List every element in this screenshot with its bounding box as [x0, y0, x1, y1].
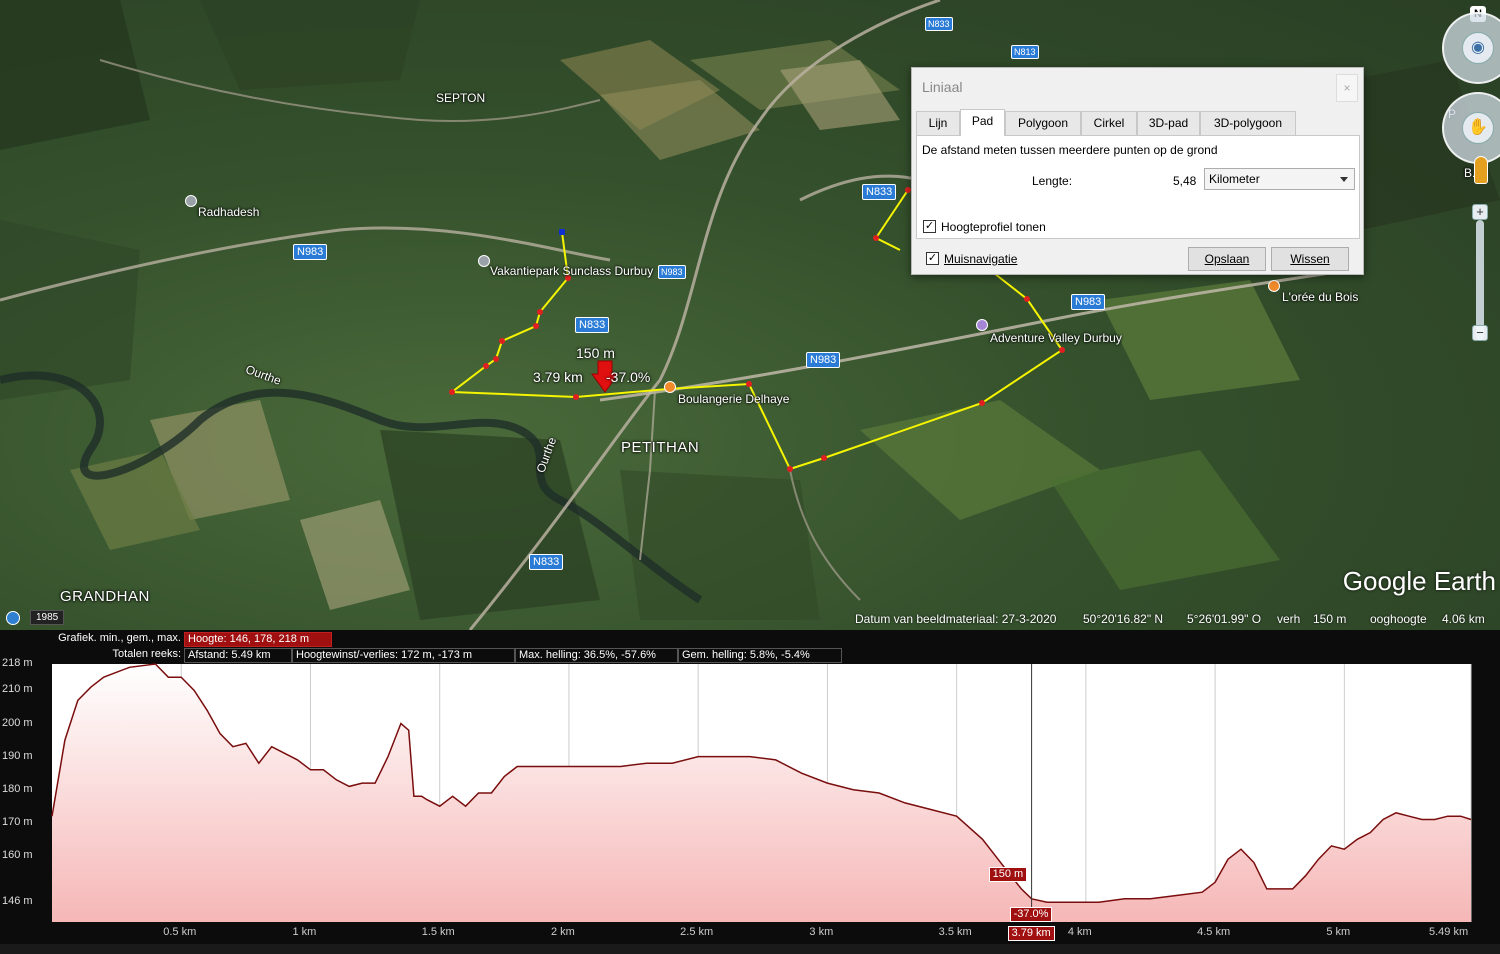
status-bar: Datum van beeldmateriaal: 27-3-2020 50°2…	[0, 608, 1500, 630]
place-label-grandhan: GRANDHAN	[60, 588, 150, 605]
road-shield-n983: N983	[806, 352, 841, 368]
ruler-dialog: Liniaal × Lijn Pad Polygoon Cirkel 3D-pa…	[911, 67, 1364, 275]
measure-slope-label: -37.0%	[606, 369, 651, 385]
eye-icon[interactable]: ◉	[1462, 32, 1494, 64]
place-label-vakantiepark: Vakantiepark Sunclass Durbuy	[490, 264, 654, 278]
road-shield-n833: N833	[529, 554, 564, 570]
road-shield-n833: N983	[658, 265, 686, 279]
measure-elevation-label: 150 m	[576, 345, 615, 361]
road-shield-n813: N813	[1011, 45, 1039, 59]
tab-description: De afstand meten tussen meerdere punten …	[922, 143, 1218, 157]
mouse-nav-checkbox[interactable]: ✓	[926, 252, 939, 265]
place-label-radhadesh: Radhadesh	[198, 205, 260, 219]
hand-icon[interactable]: ✋	[1462, 112, 1494, 144]
tab-pad[interactable]: Pad	[960, 109, 1005, 136]
length-label: Lengte:	[1032, 174, 1073, 188]
tab-polygoon[interactable]: Polygoon	[1005, 111, 1081, 135]
tab-3d-polygoon[interactable]: 3D-polygoon	[1200, 111, 1296, 135]
road-shield-n983: N983	[1071, 294, 1106, 310]
attraction-pin-icon[interactable]	[976, 319, 988, 331]
place-pin-icon[interactable]	[185, 195, 197, 207]
pad-tab-panel: De afstand meten tussen meerdere punten …	[916, 135, 1360, 239]
cursor-slope-tag: -37.0%	[1009, 907, 1053, 922]
clear-button[interactable]: Wissen	[1271, 247, 1349, 271]
chevron-down-icon	[1340, 177, 1348, 182]
tab-lijn[interactable]: Lijn	[916, 111, 960, 135]
measure-distance-label: 3.79 km	[533, 369, 583, 385]
dialog-title: Liniaal	[922, 79, 963, 95]
elevation-label: verh	[1277, 612, 1301, 626]
zoom-in-icon[interactable]: +	[1472, 204, 1488, 220]
zoom-out-icon[interactable]: −	[1472, 325, 1488, 341]
elevation-profile-panel: Grafiek. min., gem., max. Hoogte: 146, 1…	[0, 630, 1500, 954]
place-label-boulangerie: Boulangerie Delhaye	[678, 392, 790, 406]
elevation-chart[interactable]	[0, 630, 1500, 930]
length-value: 5,48	[1173, 174, 1197, 188]
hotel-pin-icon[interactable]	[1268, 280, 1280, 292]
place-pin-icon[interactable]	[478, 255, 490, 267]
latitude-readout: 50°20'16.82" N	[1083, 612, 1164, 626]
show-profile-checkbox[interactable]: ✓	[923, 220, 936, 233]
eye-altitude-label: ooghoogte	[1370, 612, 1427, 626]
place-label-petithan: PETITHAN	[621, 439, 700, 456]
google-earth-logo: Google Earth	[1342, 566, 1496, 596]
show-profile-label: Hoogteprofiel tonen	[941, 220, 1046, 234]
bakery-pin-icon[interactable]	[664, 381, 676, 393]
unit-select-value: Kilometer	[1209, 172, 1260, 186]
street-view-pegman-icon[interactable]	[1474, 156, 1488, 184]
road-shield-n833: N833	[862, 184, 897, 200]
road-shield-n983: N983	[293, 244, 328, 260]
tab-cirkel[interactable]: Cirkel	[1081, 111, 1137, 135]
place-label-septon: SEPTON	[436, 91, 486, 105]
bottom-bar	[0, 944, 1500, 954]
unit-select[interactable]: Kilometer	[1204, 168, 1355, 190]
cursor-distance-tag: 3.79 km	[1007, 926, 1055, 941]
cursor-elevation-tag: 150 m	[988, 866, 1028, 882]
save-button[interactable]: Opslaan	[1188, 247, 1266, 271]
place-label-oree-du-bois: L'orée du Bois	[1282, 290, 1359, 304]
imagery-date: Datum van beeldmateriaal: 27-3-2020	[855, 612, 1057, 626]
mouse-nav-label: Muisnavigatie	[944, 252, 1018, 266]
longitude-readout: 5°26'01.99" O	[1187, 612, 1262, 626]
road-shield-n833: N833	[925, 17, 953, 31]
eye-altitude-readout: 4.06 km	[1442, 612, 1485, 626]
road-shield-n983: N833	[575, 317, 610, 333]
close-icon[interactable]: ×	[1336, 74, 1358, 102]
zoom-slider[interactable]	[1476, 220, 1484, 340]
elevation-readout: 150 m	[1313, 612, 1347, 626]
place-label-adventure-valley: Adventure Valley Durbuy	[990, 331, 1122, 345]
tab-3d-pad[interactable]: 3D-pad	[1137, 111, 1200, 135]
